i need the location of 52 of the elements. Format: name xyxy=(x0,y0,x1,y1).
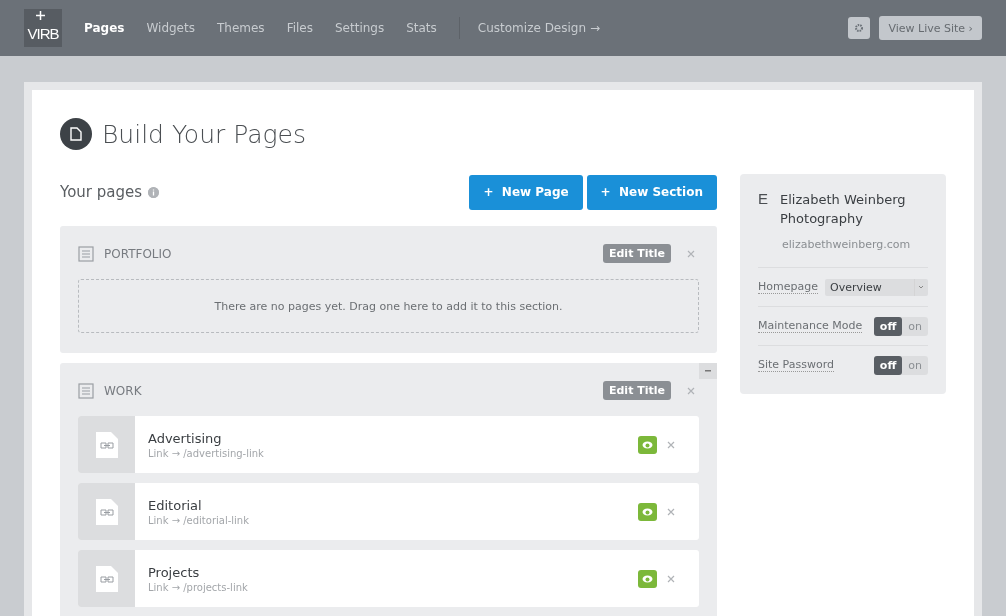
page-icon xyxy=(60,118,92,150)
nav-tab[interactable]: Pages xyxy=(84,21,125,35)
add-button[interactable]: + New Page xyxy=(469,174,583,210)
nav-tab[interactable]: Themes xyxy=(216,21,265,35)
list-icon xyxy=(78,245,94,262)
section-title: PORTFOLIO xyxy=(104,246,172,261)
page-name: Projects xyxy=(148,564,201,580)
link-page-icon xyxy=(95,498,118,525)
logo[interactable]: VIRB xyxy=(24,9,62,47)
eye-icon[interactable] xyxy=(638,435,657,454)
page-link: Link → /projects-link xyxy=(148,581,249,593)
section-title: WORK xyxy=(104,383,142,398)
section-heading: Your pages xyxy=(60,183,143,201)
toggle-option[interactable]: on xyxy=(902,355,928,375)
eye-icon[interactable] xyxy=(638,569,657,588)
page-title: Build Your Pages xyxy=(102,119,306,149)
nav-tab[interactable]: Files xyxy=(286,21,313,35)
add-button[interactable]: + New Section xyxy=(586,174,717,210)
minus-icon xyxy=(705,370,711,372)
toggle-option[interactable]: on xyxy=(902,316,928,336)
homepage-label: Homepage xyxy=(758,280,818,294)
settings-button[interactable] xyxy=(848,17,871,39)
link-page-icon xyxy=(95,431,118,458)
site-name: Elizabeth Weinberg Photography xyxy=(780,191,907,228)
page-name: Editorial xyxy=(148,497,203,513)
info-icon[interactable] xyxy=(148,186,160,198)
link-page-icon xyxy=(95,565,118,592)
customize-link[interactable]: Customize Design → xyxy=(477,21,600,35)
nav-tab[interactable]: Widgets xyxy=(146,21,195,35)
nav-tab[interactable]: Settings xyxy=(334,21,385,35)
page-row[interactable]: Advertising Link → /advertising-link xyxy=(78,416,699,473)
edit-title-button[interactable]: Edit Title xyxy=(603,244,671,263)
page-name: Advertising xyxy=(148,430,223,446)
page-row[interactable]: Editorial Link → /editorial-link xyxy=(78,483,699,540)
view-live-site-button[interactable]: View Live Site › xyxy=(879,16,982,40)
toggle-label: Maintenance Mode xyxy=(758,319,863,333)
toggle-option[interactable]: off xyxy=(873,316,903,336)
drop-zone: There are no pages yet. Drag one here to add it to this section. xyxy=(78,279,699,333)
site-url: elizabethweinberg.com xyxy=(782,238,912,251)
list-icon xyxy=(78,382,94,399)
page-link: Link → /editorial-link xyxy=(148,514,250,526)
homepage-dropdown[interactable]: Overview xyxy=(825,278,928,296)
page-link: Link → /advertising-link xyxy=(148,447,265,459)
gear-icon xyxy=(854,23,865,33)
page-row[interactable]: Projects Link → /projects-link xyxy=(78,550,699,607)
collapse-button[interactable] xyxy=(699,363,717,379)
toggle-option[interactable]: off xyxy=(873,355,903,375)
site-initial: E xyxy=(758,190,768,209)
eye-icon[interactable] xyxy=(638,502,657,521)
nav-tab[interactable]: Stats xyxy=(406,21,437,35)
toggle-label: Site Password xyxy=(758,358,834,372)
edit-title-button[interactable]: Edit Title xyxy=(603,381,671,400)
